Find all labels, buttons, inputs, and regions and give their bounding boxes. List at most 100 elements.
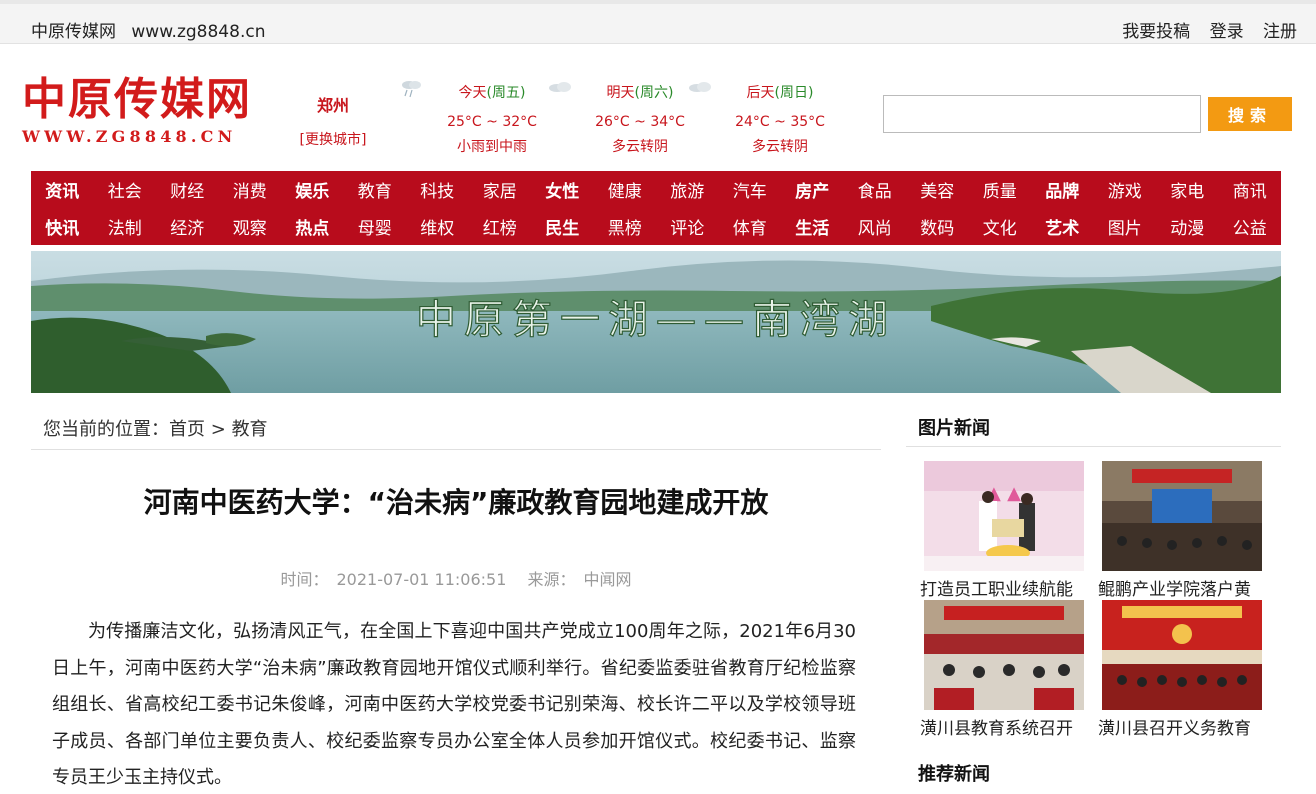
photo-caption[interactable]: 鲲鹏产业学院落户黄	[1098, 575, 1270, 600]
meeting-photo	[924, 600, 1084, 710]
weather-temp: 24°C ~ 35°C	[735, 114, 825, 130]
submit-article-link[interactable]: 我要投稿	[1122, 22, 1190, 42]
weather-weekday: (周五)	[486, 85, 526, 101]
breadcrumb-home[interactable]: 首页	[169, 419, 205, 440]
nav-item-row1-12[interactable]: 房产	[781, 177, 844, 202]
site-info: 中原传媒网 www.zg8848.cn	[31, 17, 275, 42]
city-name: 郑州	[316, 96, 349, 115]
banner-image[interactable]: 中原第一湖——南湾湖	[31, 251, 1281, 393]
search-input[interactable]	[883, 95, 1201, 133]
nav-row-1: 资讯 社会 财经 消费 娱乐 教育 科技 家居 女性 健康 旅游 汽车 房产 食品 美容 质量 品牌 游戏 家电 商讯	[31, 171, 1281, 208]
nav-item-row1-16[interactable]: 品牌	[1031, 177, 1094, 202]
nav-item-row2-10[interactable]: 评论	[656, 214, 719, 239]
weather-temp: 25°C ~ 32°C	[447, 114, 537, 130]
nav-item-row1-10[interactable]: 旅游	[656, 177, 719, 202]
nav-item-row1-0[interactable]: 资讯	[31, 177, 94, 202]
nav-item-row2-18[interactable]: 动漫	[1156, 214, 1219, 239]
nav-item-row2-19[interactable]: 公益	[1219, 214, 1282, 239]
nav-item-row2-7[interactable]: 红榜	[469, 214, 532, 239]
weather-day: 后天	[746, 85, 775, 101]
nav-item-row2-9[interactable]: 黑榜	[594, 214, 657, 239]
nav-item-row1-9[interactable]: 健康	[594, 177, 657, 202]
source-label: 来源：	[527, 570, 576, 589]
nav-item-row2-8[interactable]: 民生	[531, 214, 594, 239]
nav-item-row2-0[interactable]: 快讯	[31, 214, 94, 239]
article-title: 河南中医药大学：“治未病”廉政教育园地建成开放	[143, 486, 769, 519]
photo-news-heading: 图片新闻	[906, 405, 1281, 447]
nav-item-row2-4[interactable]: 热点	[281, 214, 344, 239]
nav-item-row1-8[interactable]: 女性	[531, 177, 594, 202]
photo-news-thumb[interactable]: ▲ ▲	[924, 461, 1084, 571]
weather-weekday: (周六)	[634, 85, 674, 101]
nav-item-row2-6[interactable]: 维权	[406, 214, 469, 239]
nav-item-row1-18[interactable]: 家电	[1156, 177, 1219, 202]
meeting-photo	[1102, 600, 1262, 710]
nav-item-row1-13[interactable]: 食品	[844, 177, 907, 202]
weather-desc: 多云转阴	[612, 139, 668, 155]
article-meta: 时间： 2021-07-01 11:06:51 来源： 中闻网	[31, 566, 881, 590]
recommend-news-heading: 推荐新闻	[918, 764, 990, 785]
nav-item-row1-1[interactable]: 社会	[94, 177, 157, 202]
article-body: 为传播廉洁文化，弘扬清风正气，在全国上下喜迎中国共产党成立100周年之际，202…	[52, 621, 856, 788]
nav-item-row1-17[interactable]: 游戏	[1094, 177, 1157, 202]
photo-news-thumb[interactable]	[1102, 600, 1262, 710]
breadcrumb-separator: >	[210, 419, 226, 440]
weather-day-after: 后天(周日) 24°C ~ 35°C 多云转阴	[689, 82, 845, 156]
nav-item-row1-4[interactable]: 娱乐	[281, 177, 344, 202]
ceremony-photo: ▲ ▲	[924, 461, 1084, 571]
nav-item-row2-15[interactable]: 文化	[969, 214, 1032, 239]
nav-item-row2-2[interactable]: 经济	[156, 214, 219, 239]
photo-caption[interactable]: 潢川县教育系统召开	[920, 714, 1092, 739]
nav-item-row1-14[interactable]: 美容	[906, 177, 969, 202]
register-link[interactable]: 注册	[1263, 22, 1297, 42]
nav-item-row1-7[interactable]: 家居	[469, 177, 532, 202]
nav-item-row2-11[interactable]: 体育	[719, 214, 782, 239]
nav-item-row2-12[interactable]: 生活	[781, 214, 844, 239]
search-button[interactable]: 搜索	[1208, 97, 1292, 131]
site-logo[interactable]: 中原传媒网 WWW.ZG8848.CN	[22, 76, 252, 147]
nav-item-row1-5[interactable]: 教育	[344, 177, 407, 202]
user-links: 我要投稿 登录 注册	[1108, 17, 1297, 42]
weather-temp: 26°C ~ 34°C	[595, 114, 685, 130]
nav-item-row2-13[interactable]: 风尚	[844, 214, 907, 239]
publish-time: 2021-07-01 11:06:51	[336, 570, 507, 589]
logo-url: WWW.ZG8848.CN	[22, 127, 237, 146]
nav-item-row2-14[interactable]: 数码	[906, 214, 969, 239]
breadcrumb-current[interactable]: 教育	[232, 419, 268, 440]
top-bar: 中原传媒网 www.zg8848.cn 我要投稿 登录 注册	[0, 0, 1316, 44]
weather-tomorrow: 明天(周六) 26°C ~ 34°C 多云转阴	[549, 82, 705, 156]
nav-item-row1-19[interactable]: 商讯	[1219, 177, 1282, 202]
login-link[interactable]: 登录	[1210, 22, 1244, 42]
city-selector: 郑州 [更换城市]	[297, 92, 369, 149]
nav-item-row2-17[interactable]: 图片	[1094, 214, 1157, 239]
nav-item-row2-16[interactable]: 艺术	[1031, 214, 1094, 239]
nav-item-row2-5[interactable]: 母婴	[344, 214, 407, 239]
nav-item-row1-11[interactable]: 汽车	[719, 177, 782, 202]
nav-item-row1-2[interactable]: 财经	[156, 177, 219, 202]
site-name[interactable]: 中原传媒网	[31, 22, 116, 42]
main-nav: 资讯 社会 财经 消费 娱乐 教育 科技 家居 女性 健康 旅游 汽车 房产 食品 美容 质量 品牌 游戏 家电 商讯…	[31, 171, 1281, 245]
lake-landscape-image: 中原第一湖——南湾湖	[31, 251, 1281, 393]
breadcrumb-prefix: 您当前的位置：	[43, 419, 169, 440]
weather-weekday: (周日)	[774, 85, 814, 101]
nav-item-row1-15[interactable]: 质量	[969, 177, 1032, 202]
photo-caption[interactable]: 潢川县召开义务教育	[1098, 714, 1270, 739]
banner-caption: 中原第一湖——南湾湖	[416, 297, 896, 343]
nav-item-row1-6[interactable]: 科技	[406, 177, 469, 202]
meeting-photo	[1102, 461, 1262, 571]
change-city-link[interactable]: [更换城市]	[297, 129, 369, 149]
site-url[interactable]: www.zg8848.cn	[131, 22, 265, 42]
weather-desc: 多云转阴	[752, 139, 808, 155]
nav-item-row1-3[interactable]: 消费	[219, 177, 282, 202]
photo-caption[interactable]: 打造员工职业续航能	[920, 575, 1092, 600]
rain-cloud-icon	[402, 81, 421, 98]
weather-day: 今天	[458, 85, 487, 101]
photo-news-thumb[interactable]	[924, 600, 1084, 710]
cloudy-icon	[689, 82, 711, 92]
weather-day: 明天	[606, 85, 635, 101]
nav-item-row2-1[interactable]: 法制	[94, 214, 157, 239]
nav-item-row2-3[interactable]: 观察	[219, 214, 282, 239]
weather-today: 今天(周五) 25°C ~ 32°C 小雨到中雨	[402, 81, 557, 156]
photo-news-thumb[interactable]	[1102, 461, 1262, 571]
weather-desc: 小雨到中雨	[457, 139, 527, 155]
